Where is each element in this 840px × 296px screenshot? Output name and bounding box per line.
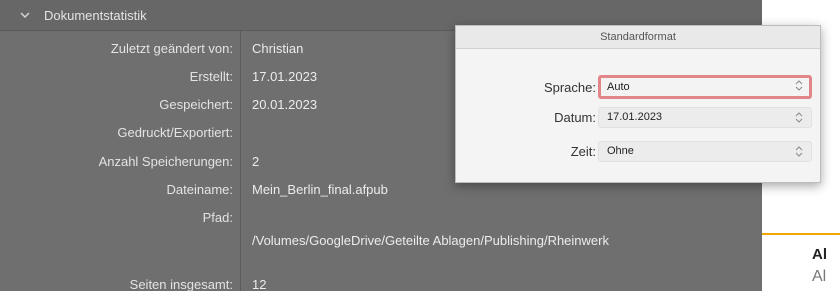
stat-value: 12 [252, 277, 267, 292]
chevron-down-icon[interactable] [18, 8, 32, 22]
stat-label: Gespeichert: [159, 97, 233, 112]
stat-value: Mein_Berlin_final.afpub [252, 182, 388, 197]
path-value: /Volumes/GoogleDrive/Geteilte Ablagen/Pu… [252, 233, 609, 248]
stat-row-path: Pfad: [0, 207, 762, 229]
format-row-language: Sprache: Auto [456, 75, 820, 100]
time-label: Zeit: [570, 144, 596, 159]
up-down-arrows-icon [795, 111, 803, 124]
date-select[interactable]: 17.01.2023 [598, 107, 812, 128]
date-value: 17.01.2023 [607, 111, 663, 123]
date-label: Datum: [554, 110, 596, 125]
stat-row-total-pages: Seiten insgesamt: 12 [0, 274, 762, 296]
side-accent-rule [762, 233, 840, 235]
stat-value: Christian [252, 41, 304, 56]
stat-label: Anzahl Speicherungen: [98, 154, 233, 169]
side-heading: Al [812, 246, 827, 263]
stat-label: Gedruckt/Exportiert: [117, 125, 233, 140]
format-row-date: Datum: 17.01.2023 [456, 106, 820, 130]
language-label: Sprache: [543, 80, 596, 95]
standard-format-popover: Standardformat Sprache: Auto Datum: 17.0… [455, 25, 821, 183]
time-select[interactable]: Ohne [598, 141, 812, 162]
stat-label: Zuletzt geändert von: [110, 41, 233, 56]
stat-value: 2 [252, 154, 260, 169]
format-row-time: Zeit: Ohne [456, 140, 820, 164]
statistics-section-title: Dokumentstatistik [44, 7, 147, 23]
stat-label: Seiten insgesamt: [129, 277, 233, 292]
stat-row-path-value: /Volumes/GoogleDrive/Geteilte Ablagen/Pu… [0, 230, 762, 252]
time-value: Ohne [607, 145, 634, 157]
up-down-arrows-icon [795, 79, 803, 92]
stat-label: Erstellt: [189, 69, 233, 84]
up-down-arrows-icon [795, 145, 803, 158]
popover-title: Standardformat [456, 26, 820, 49]
language-select[interactable]: Auto [598, 75, 812, 99]
stat-label: Dateiname: [166, 182, 233, 197]
stat-value: 17.01.2023 [252, 69, 318, 84]
side-text: Al [812, 268, 827, 285]
stat-value: 20.01.2023 [252, 97, 318, 112]
language-value: Auto [607, 81, 630, 93]
stat-label: Pfad: [202, 210, 233, 225]
